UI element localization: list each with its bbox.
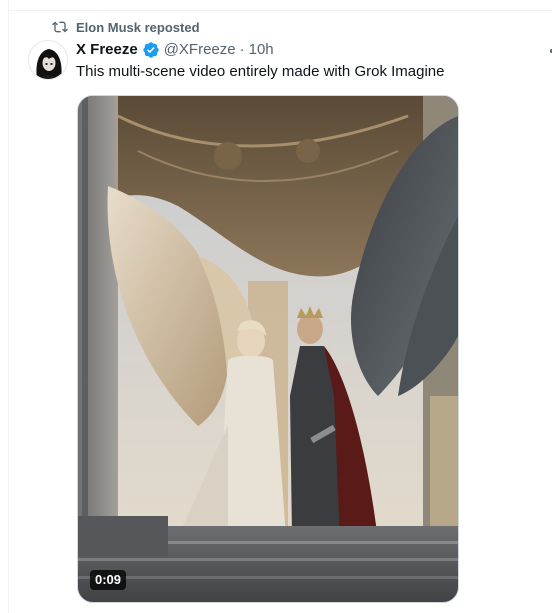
video-duration-badge: 0:09: [90, 570, 127, 590]
post-text: This multi-scene video entirely made wit…: [76, 63, 445, 80]
repost-label: Elon Musk reposted: [76, 19, 200, 35]
avatar[interactable]: [28, 40, 68, 80]
verified-badge-icon[interactable]: [142, 41, 160, 59]
post-divider: [8, 10, 552, 11]
more-options-icon[interactable]: [546, 44, 552, 58]
author-handle[interactable]: @XFreeze: [164, 40, 236, 60]
post-timestamp[interactable]: 10h: [249, 40, 274, 60]
separator-dot: ·: [239, 41, 245, 58]
author-display-name[interactable]: X Freeze: [76, 40, 138, 60]
repost-icon: [52, 19, 68, 35]
post-header: X Freeze @XFreeze · 10h: [76, 40, 274, 60]
video-player[interactable]: 0:09: [77, 95, 459, 603]
timeline-border: [8, 0, 9, 613]
video-thumbnail-angels: [78, 96, 458, 602]
repost-context[interactable]: Elon Musk reposted: [52, 19, 200, 35]
